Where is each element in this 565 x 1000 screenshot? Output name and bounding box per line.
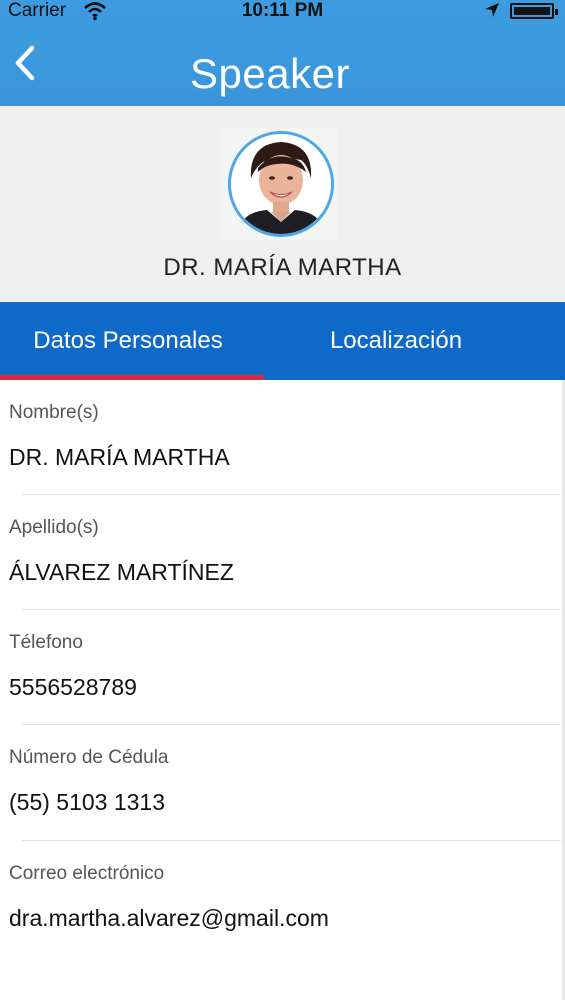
field-label-nombres: Nombre(s) — [9, 402, 99, 423]
avatar-frame — [220, 128, 338, 240]
speaker-name: DR. MARÍA MARTHA — [163, 254, 402, 281]
field-value-apellidos: ÁLVAREZ MARTÍNEZ — [9, 559, 234, 585]
speaker-photo — [231, 134, 331, 234]
field-correo: Correo electrónico dra.martha.alvarez@gm… — [0, 841, 565, 956]
battery-icon — [510, 3, 558, 19]
field-label-cedula: Número de Cédula — [9, 747, 169, 768]
profile-header: DR. MARÍA MARTHA — [0, 106, 565, 302]
field-nombres: Nombre(s) DR. MARÍA MARTHA — [0, 380, 565, 495]
field-label-correo: Correo electrónico — [9, 863, 165, 884]
field-label-apellidos: Apellido(s) — [9, 517, 99, 538]
top-bar: Carrier 10:11 PM Speaker — [0, 0, 565, 106]
status-time: 10:11 PM — [241, 0, 324, 21]
field-value-nombres: DR. MARÍA MARTHA — [9, 444, 230, 470]
field-value-telefono: 5556528789 — [9, 674, 137, 700]
status-bar: Carrier 10:11 PM — [0, 0, 565, 24]
field-value-cedula: (55) 5103 1313 — [9, 789, 166, 815]
field-cedula: Número de Cédula (55) 5103 1313 — [0, 725, 565, 841]
speaker-screen: Carrier 10:11 PM Speaker DR. MARÍA MARTH… — [0, 0, 565, 1000]
avatar — [228, 131, 334, 237]
field-apellidos: Apellido(s) ÁLVAREZ MARTÍNEZ — [0, 495, 565, 610]
field-label-telefono: Télefono — [9, 632, 83, 653]
navigation-bar: Speaker — [0, 30, 565, 106]
tab-bar: Datos Personales Localización — [0, 302, 565, 380]
page-title: Speaker — [190, 50, 350, 97]
field-telefono: Télefono 5556528789 — [0, 610, 565, 725]
location-arrow-icon — [485, 3, 499, 17]
tab-localizacion[interactable]: Localización — [264, 302, 528, 380]
tab-datos-personales[interactable]: Datos Personales — [0, 302, 264, 380]
field-value-correo: dra.martha.alvarez@gmail.com — [9, 905, 329, 931]
